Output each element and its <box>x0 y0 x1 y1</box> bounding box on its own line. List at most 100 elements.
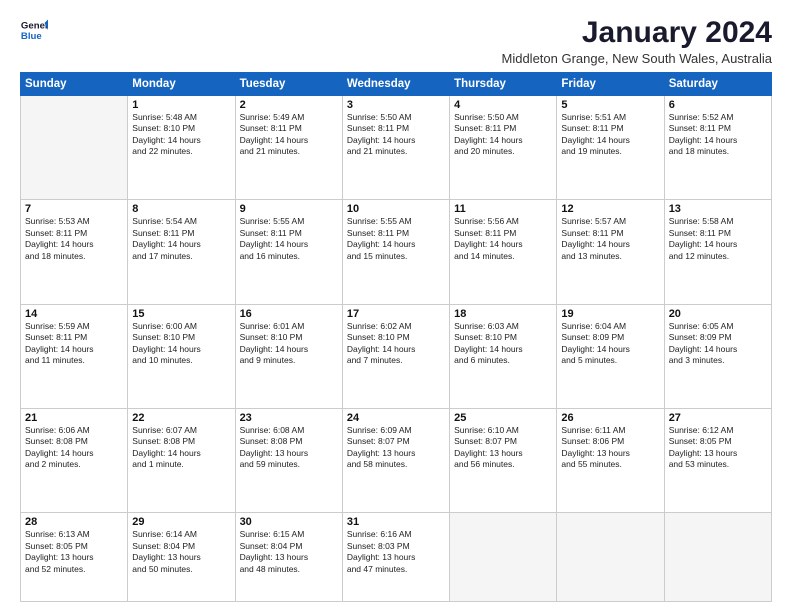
calendar-cell: 6Sunrise: 5:52 AMSunset: 8:11 PMDaylight… <box>664 96 771 200</box>
calendar-cell: 9Sunrise: 5:55 AMSunset: 8:11 PMDaylight… <box>235 200 342 304</box>
cell-info-line: and 16 minutes. <box>240 251 338 262</box>
day-number: 6 <box>669 99 767 111</box>
calendar-cell: 8Sunrise: 5:54 AMSunset: 8:11 PMDaylight… <box>128 200 235 304</box>
cell-info-line: Sunrise: 6:05 AM <box>669 321 767 332</box>
calendar-cell <box>21 96 128 200</box>
calendar-cell: 16Sunrise: 6:01 AMSunset: 8:10 PMDayligh… <box>235 304 342 408</box>
cell-info-line: and 20 minutes. <box>454 146 552 157</box>
day-number: 7 <box>25 203 123 215</box>
cell-info-line: and 50 minutes. <box>132 564 230 575</box>
day-number: 19 <box>561 308 659 320</box>
cell-info-line: and 10 minutes. <box>132 355 230 366</box>
cell-info-line: Sunset: 8:11 PM <box>347 228 445 239</box>
col-saturday: Saturday <box>664 73 771 96</box>
cell-info-line: Sunset: 8:11 PM <box>25 228 123 239</box>
header: General Blue January 2024 Middleton Gran… <box>20 16 772 66</box>
cell-info-line: Sunset: 8:11 PM <box>454 228 552 239</box>
cell-info-line: and 11 minutes. <box>25 355 123 366</box>
cell-info-line: Sunrise: 6:14 AM <box>132 529 230 540</box>
calendar-cell: 10Sunrise: 5:55 AMSunset: 8:11 PMDayligh… <box>342 200 449 304</box>
calendar-cell: 18Sunrise: 6:03 AMSunset: 8:10 PMDayligh… <box>450 304 557 408</box>
calendar-cell: 7Sunrise: 5:53 AMSunset: 8:11 PMDaylight… <box>21 200 128 304</box>
cell-info-line: Daylight: 14 hours <box>132 135 230 146</box>
cell-info-line: Sunrise: 6:07 AM <box>132 425 230 436</box>
cell-info-line: and 48 minutes. <box>240 564 338 575</box>
day-number: 13 <box>669 203 767 215</box>
calendar-cell <box>557 513 664 602</box>
day-number: 3 <box>347 99 445 111</box>
cell-info-line: and 56 minutes. <box>454 459 552 470</box>
cell-info-line: and 14 minutes. <box>454 251 552 262</box>
cell-info-line: and 52 minutes. <box>25 564 123 575</box>
cell-info-line: Sunrise: 5:50 AM <box>454 112 552 123</box>
day-number: 25 <box>454 412 552 424</box>
day-number: 22 <box>132 412 230 424</box>
cell-info-line: Sunset: 8:10 PM <box>132 332 230 343</box>
cell-info-line: Daylight: 14 hours <box>240 135 338 146</box>
cell-info-line: Daylight: 14 hours <box>25 344 123 355</box>
cell-info-line: Sunset: 8:11 PM <box>561 123 659 134</box>
calendar-cell: 28Sunrise: 6:13 AMSunset: 8:05 PMDayligh… <box>21 513 128 602</box>
day-number: 1 <box>132 99 230 111</box>
cell-info-line: Sunset: 8:11 PM <box>347 123 445 134</box>
cell-info-line: Sunset: 8:11 PM <box>240 228 338 239</box>
col-thursday: Thursday <box>450 73 557 96</box>
cell-info-line: and 7 minutes. <box>347 355 445 366</box>
cell-info-line: Sunset: 8:08 PM <box>25 436 123 447</box>
cell-info-line: Daylight: 14 hours <box>347 135 445 146</box>
calendar-cell: 22Sunrise: 6:07 AMSunset: 8:08 PMDayligh… <box>128 408 235 512</box>
calendar-cell: 30Sunrise: 6:15 AMSunset: 8:04 PMDayligh… <box>235 513 342 602</box>
calendar-cell: 21Sunrise: 6:06 AMSunset: 8:08 PMDayligh… <box>21 408 128 512</box>
day-number: 17 <box>347 308 445 320</box>
cell-info-line: Sunrise: 6:03 AM <box>454 321 552 332</box>
cell-info-line: Sunset: 8:08 PM <box>132 436 230 447</box>
cell-info-line: Daylight: 14 hours <box>347 344 445 355</box>
cell-info-line: and 22 minutes. <box>132 146 230 157</box>
cell-info-line: Sunrise: 6:13 AM <box>25 529 123 540</box>
cell-info-line: Sunrise: 5:54 AM <box>132 216 230 227</box>
cell-info-line: Daylight: 14 hours <box>454 135 552 146</box>
day-number: 14 <box>25 308 123 320</box>
cell-info-line: Sunrise: 6:00 AM <box>132 321 230 332</box>
cell-info-line: Sunset: 8:11 PM <box>669 123 767 134</box>
day-number: 29 <box>132 516 230 528</box>
cell-info-line: Sunset: 8:09 PM <box>561 332 659 343</box>
cell-info-line: Sunrise: 6:09 AM <box>347 425 445 436</box>
cell-info-line: Sunset: 8:11 PM <box>132 228 230 239</box>
calendar-cell: 3Sunrise: 5:50 AMSunset: 8:11 PMDaylight… <box>342 96 449 200</box>
cell-info-line: and 13 minutes. <box>561 251 659 262</box>
calendar-cell <box>664 513 771 602</box>
cell-info-line: and 6 minutes. <box>454 355 552 366</box>
cell-info-line: and 3 minutes. <box>669 355 767 366</box>
cell-info-line: Daylight: 13 hours <box>240 448 338 459</box>
day-number: 15 <box>132 308 230 320</box>
calendar-cell <box>450 513 557 602</box>
cell-info-line: and 59 minutes. <box>240 459 338 470</box>
calendar-cell: 12Sunrise: 5:57 AMSunset: 8:11 PMDayligh… <box>557 200 664 304</box>
cell-info-line: and 21 minutes. <box>240 146 338 157</box>
month-year-title: January 2024 <box>502 16 773 49</box>
cell-info-line: Sunrise: 6:08 AM <box>240 425 338 436</box>
cell-info-line: Sunset: 8:11 PM <box>669 228 767 239</box>
cell-info-line: Sunrise: 6:16 AM <box>347 529 445 540</box>
cell-info-line: Daylight: 13 hours <box>669 448 767 459</box>
cell-info-line: Sunrise: 6:11 AM <box>561 425 659 436</box>
calendar-cell: 14Sunrise: 5:59 AMSunset: 8:11 PMDayligh… <box>21 304 128 408</box>
cell-info-line: Sunrise: 5:56 AM <box>454 216 552 227</box>
cell-info-line: Sunset: 8:11 PM <box>240 123 338 134</box>
cell-info-line: Daylight: 14 hours <box>132 239 230 250</box>
cell-info-line: Sunrise: 6:06 AM <box>25 425 123 436</box>
cell-info-line: Sunrise: 5:55 AM <box>347 216 445 227</box>
cell-info-line: Sunset: 8:05 PM <box>25 541 123 552</box>
cell-info-line: Sunset: 8:04 PM <box>240 541 338 552</box>
cell-info-line: and 17 minutes. <box>132 251 230 262</box>
calendar-cell: 1Sunrise: 5:48 AMSunset: 8:10 PMDaylight… <box>128 96 235 200</box>
day-number: 11 <box>454 203 552 215</box>
cell-info-line: Sunset: 8:11 PM <box>561 228 659 239</box>
svg-text:Blue: Blue <box>21 31 42 42</box>
title-block: January 2024 Middleton Grange, New South… <box>502 16 773 66</box>
cell-info-line: and 19 minutes. <box>561 146 659 157</box>
cell-info-line: and 55 minutes. <box>561 459 659 470</box>
cell-info-line: and 15 minutes. <box>347 251 445 262</box>
col-monday: Monday <box>128 73 235 96</box>
